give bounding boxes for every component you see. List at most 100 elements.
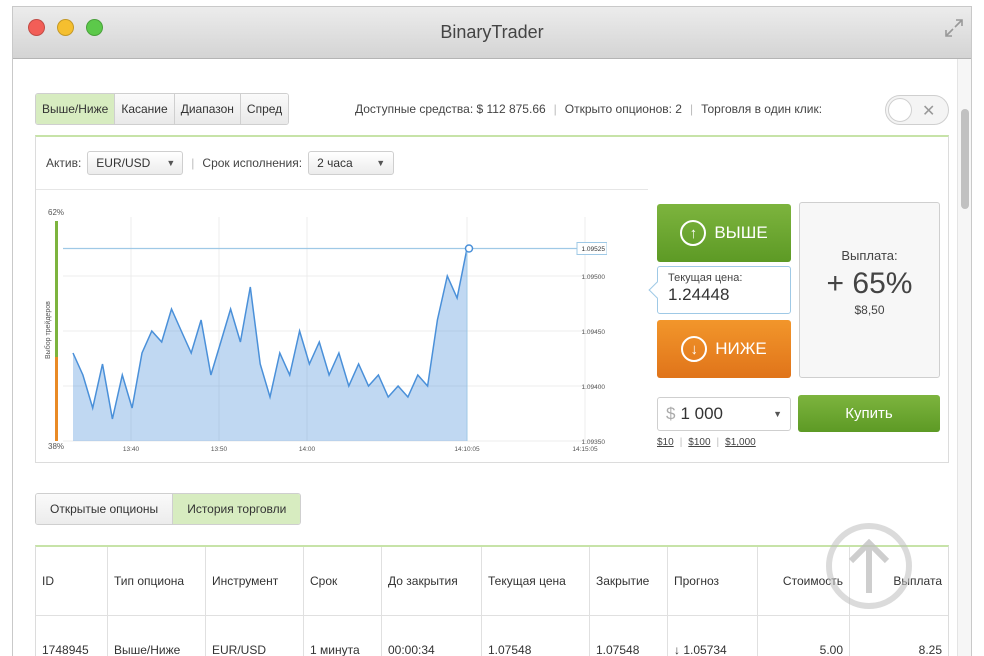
payout-box: Выплата: + 65% $8,50 xyxy=(799,202,940,378)
available-funds: Доступные средства: $ 112 875.66 xyxy=(355,102,546,116)
y-axis-label: Выбор трейдеров xyxy=(44,301,52,359)
table-header-row: ID Тип опциона Инструмент Срок До закрыт… xyxy=(36,547,948,615)
current-value-label: 1.09525 xyxy=(582,246,606,253)
expiry-label: Срок исполнения: xyxy=(202,156,303,170)
sentiment-down-bar xyxy=(55,357,58,441)
toggle-off-icon: ✕ xyxy=(922,103,936,120)
column-header: Закрытие xyxy=(590,547,668,615)
up-label: ВЫШЕ xyxy=(714,223,768,242)
table-row[interactable]: 1748945 Выше/Ниже EUR/USD 1 минута 00:00… xyxy=(36,615,948,656)
payout-amount: $8,50 xyxy=(854,303,885,317)
one-click-label: Торговля в один клик: xyxy=(701,102,823,116)
window-title: BinaryTrader xyxy=(440,22,544,42)
preset-amount-link[interactable]: $10 xyxy=(657,437,674,448)
divider: | xyxy=(679,437,683,448)
cell-time-to-close: 00:00:34 xyxy=(382,616,482,656)
sentiment-up-bar xyxy=(55,221,58,357)
down-label: НИЖЕ xyxy=(715,339,767,358)
cell-cost: 5.00 xyxy=(758,616,850,656)
column-header: Инструмент xyxy=(206,547,304,615)
divider xyxy=(36,189,648,190)
asset-value: EUR/USD xyxy=(96,156,151,170)
cell-id: 1748945 xyxy=(36,616,108,656)
x-tick-label: 13:40 xyxy=(123,446,140,453)
one-click-toggle[interactable]: ✕ xyxy=(885,95,949,125)
current-price-value: 1.24448 xyxy=(668,285,730,304)
column-header: Выплата xyxy=(893,574,942,588)
investment-amount-value: 1 000 xyxy=(680,404,724,423)
tab-high-low[interactable]: Выше/Ниже xyxy=(36,94,116,124)
asset-label: Актив: xyxy=(46,156,82,170)
asset-select[interactable]: EUR/USD ▼ xyxy=(87,151,184,175)
y-tick-label: 1.09400 xyxy=(582,384,606,391)
chevron-down-icon: ▼ xyxy=(773,409,782,419)
current-price-box: Текущая цена: 1.24448 xyxy=(648,266,791,314)
y-axis-ticks: 1.095251.095001.094501.094001.093501.095… xyxy=(576,242,607,446)
open-options-count: Открыто опционов: 2 xyxy=(564,102,682,116)
cell-close: 1.07548 xyxy=(590,616,668,656)
column-header: Текущая цена xyxy=(482,547,590,615)
tab-range[interactable]: Диапазон xyxy=(174,94,241,124)
payout-percent: + 65% xyxy=(826,267,913,300)
price-chart[interactable]: 62% 38% Выбор трейдеров 13:40 13:50 14:00 1… xyxy=(35,199,607,461)
currency-symbol: $ xyxy=(666,404,676,423)
history-tabs: Открытые опционы История торговли xyxy=(35,493,302,525)
x-tick-label: 13:50 xyxy=(211,446,228,453)
cell-forecast: ↓ 1.05734 xyxy=(668,616,758,656)
cell-term: 1 минута xyxy=(304,616,382,656)
account-stats: Доступные средства: $ 112 875.66 | Откры… xyxy=(355,93,822,125)
option-type-tabs: Выше/Ниже Касание Диапазон Спред xyxy=(35,93,290,125)
x-tick-label: 14:15:05 xyxy=(572,446,598,453)
divider: | xyxy=(689,102,694,116)
x-axis-ticks: 13:40 13:50 14:00 14:10:05 14:15:05 xyxy=(123,446,598,453)
cell-instrument: EUR/USD xyxy=(206,616,304,656)
column-header: Прогноз xyxy=(668,547,758,615)
tab-trade-history[interactable]: История торговли xyxy=(173,494,301,524)
trade-history-table: ID Тип опциона Инструмент Срок До закрыт… xyxy=(35,545,949,656)
y-tick-label: 1.09450 xyxy=(582,329,606,336)
tab-open-options[interactable]: Открытые опционы xyxy=(36,494,174,524)
x-tick-label: 14:10:05 xyxy=(454,446,480,453)
current-price-label: Текущая цена: xyxy=(668,272,743,284)
vertical-scrollbar[interactable] xyxy=(957,59,971,656)
column-header: Тип опциона xyxy=(108,547,206,615)
sentiment-bottom-label: 38% xyxy=(48,442,64,451)
price-line xyxy=(72,248,468,420)
expiry-select[interactable]: 2 часа ▼ xyxy=(308,151,395,175)
cell-payout: 8.25 xyxy=(918,642,942,656)
divider: | xyxy=(191,156,195,170)
arrow-up-icon: ↑ xyxy=(680,220,707,246)
column-header: До закрытия xyxy=(382,547,482,615)
call-up-button[interactable]: ↑ ВЫШЕ xyxy=(657,204,791,262)
column-header: ID xyxy=(36,547,108,615)
x-tick-label: 14:00 xyxy=(299,446,316,453)
amount-presets: $10 | $100 | $1,000 xyxy=(657,437,756,448)
put-down-button[interactable]: ↓ НИЖЕ xyxy=(657,320,791,378)
tab-spread[interactable]: Спред xyxy=(240,94,289,124)
preset-amount-link[interactable]: $100 xyxy=(688,437,710,448)
cell-option-type: Выше/Ниже xyxy=(108,616,206,656)
y-tick-label: 1.09350 xyxy=(582,439,606,446)
arrow-down-icon: ↓ xyxy=(681,336,708,362)
title-bar: BinaryTrader xyxy=(13,7,971,59)
payout-label: Выплата: xyxy=(841,248,898,263)
buy-button[interactable]: Купить xyxy=(798,395,940,432)
toggle-knob xyxy=(888,98,912,122)
chevron-down-icon: ▼ xyxy=(376,158,386,168)
scrollbar-thumb[interactable] xyxy=(961,109,969,209)
app-window: BinaryTrader Выше/Ниже Касание Диапазон … xyxy=(12,6,972,656)
preset-amount-link[interactable]: $1,000 xyxy=(725,437,756,448)
sentiment-top-label: 62% xyxy=(48,208,64,217)
investment-amount-select[interactable]: $ 1 000 ▼ xyxy=(657,397,791,431)
divider: | xyxy=(553,102,557,116)
price-area xyxy=(73,248,467,441)
column-header: Стоимость xyxy=(758,547,850,615)
divider: | xyxy=(716,437,720,448)
y-tick-label: 1.09500 xyxy=(582,274,606,281)
expiry-value: 2 часа xyxy=(317,156,353,170)
option-selectors: Актив: EUR/USD ▼ | Срок исполнения: 2 ча… xyxy=(46,151,395,175)
cell-current-price: 1.07548 xyxy=(482,616,590,656)
tab-touch[interactable]: Касание xyxy=(115,94,175,124)
fullscreen-icon[interactable] xyxy=(943,17,965,39)
column-header: Срок xyxy=(304,547,382,615)
